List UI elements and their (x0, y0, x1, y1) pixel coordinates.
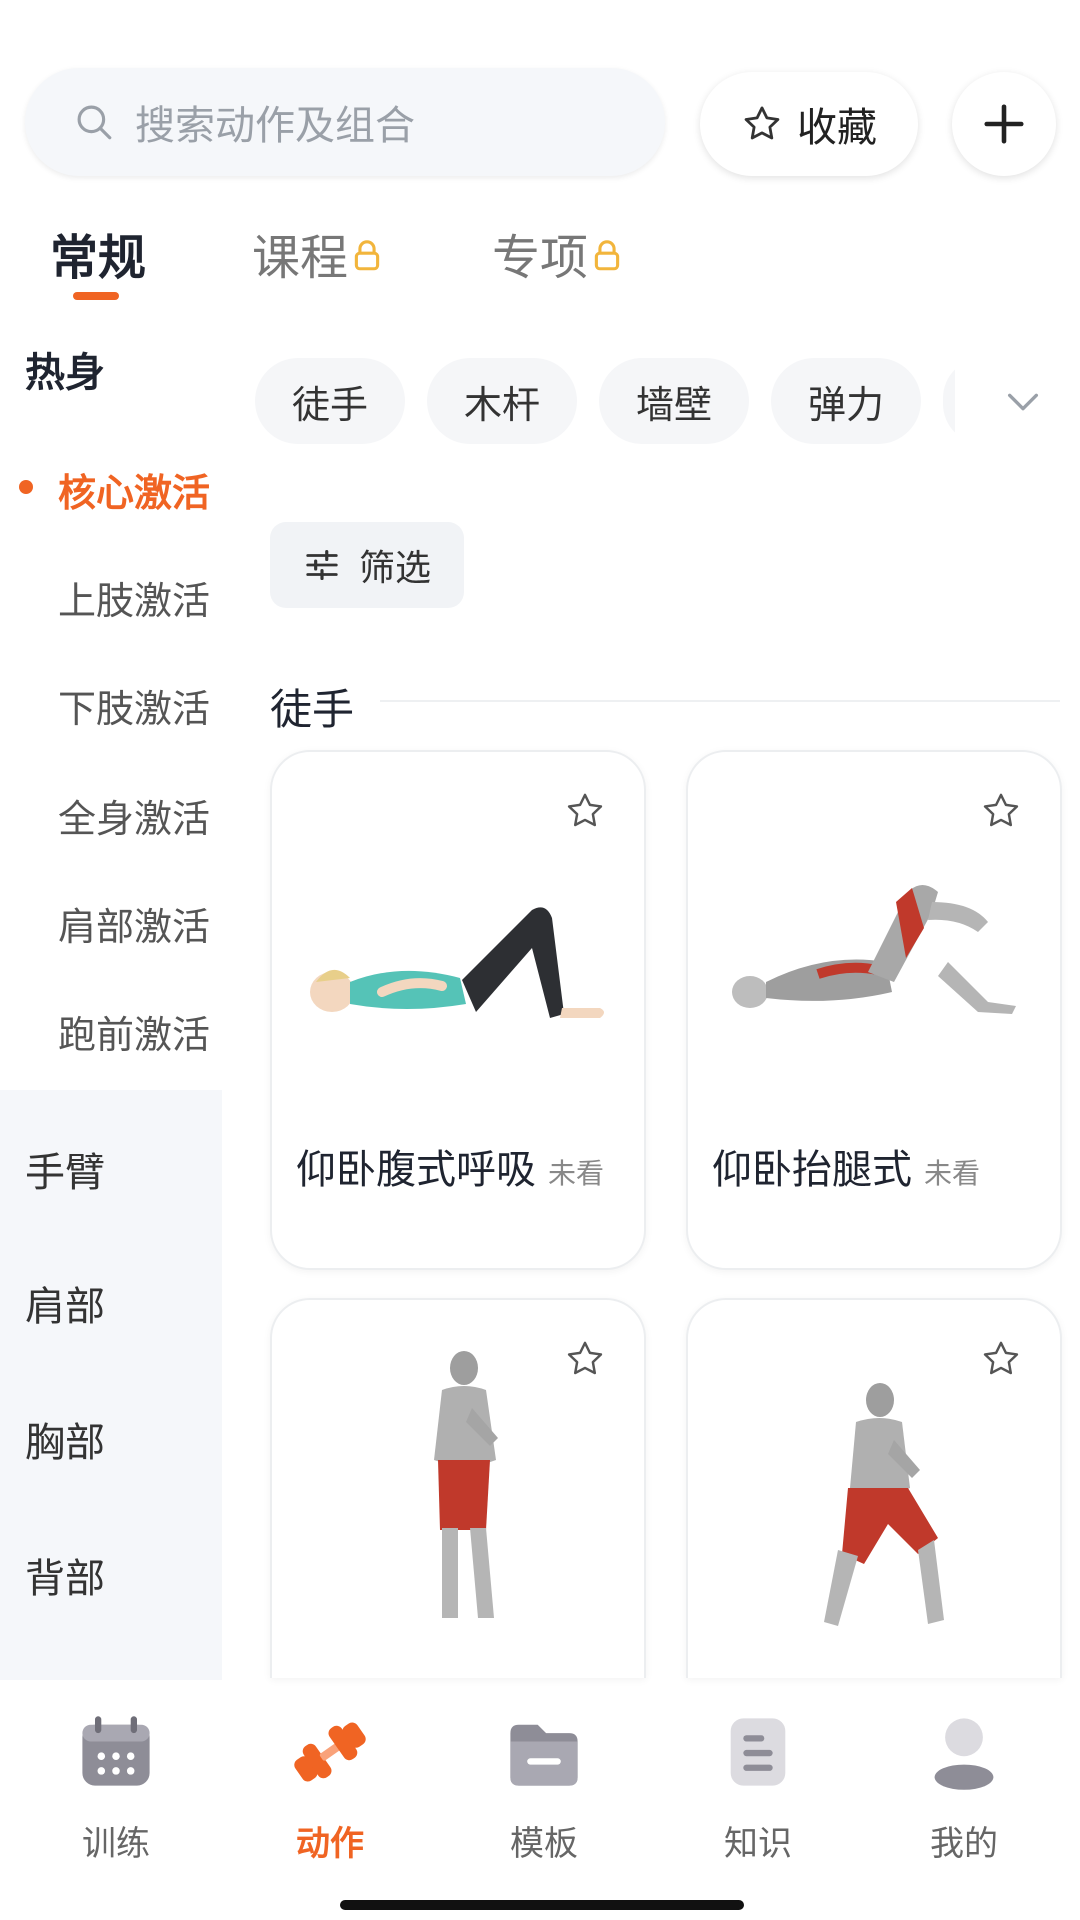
unwatched-badge: 未看 (548, 1157, 605, 1190)
exercise-name: 仰卧腹式呼吸 未看 (296, 1137, 604, 1195)
nav-knowledge[interactable]: 知识 (650, 1710, 866, 1870)
tab-special[interactable]: 专项 (492, 218, 622, 288)
exercise-title: 仰卧抬腿式 (712, 1147, 912, 1193)
exercise-card[interactable] (686, 1298, 1062, 1678)
exercise-name: 仰卧抬腿式 未看 (712, 1137, 980, 1195)
standing-squat-illustration (434, 1351, 498, 1618)
sidebar-item-chest[interactable]: 胸部 (25, 1410, 105, 1468)
supine-breathing-illustration (310, 907, 604, 1018)
nav-label: 知识 (724, 1824, 792, 1864)
search-icon (77, 105, 112, 140)
favorites-button[interactable]: 收藏 (700, 72, 918, 176)
sidebar-item-core-activation[interactable]: 核心激活 (58, 462, 210, 517)
profile-icon (934, 1718, 994, 1790)
tab-label: 常规 (50, 230, 147, 286)
active-tab-indicator (73, 292, 119, 300)
folder-icon (510, 1724, 578, 1786)
sidebar-item-back[interactable]: 背部 (25, 1546, 105, 1604)
exercise-card[interactable]: 仰卧抬腿式 未看 (686, 750, 1062, 1270)
nav-label: 动作 (296, 1824, 364, 1864)
supine-leg-raise-illustration (732, 885, 1016, 1014)
sidebar-item-shoulders[interactable]: 肩部 (25, 1274, 105, 1332)
filter-button[interactable]: 筛选 (270, 522, 464, 608)
document-icon (730, 1718, 786, 1786)
tab-label: 专项 (492, 230, 589, 286)
exercise-title: 仰卧腹式呼吸 (296, 1147, 536, 1193)
nav-templates[interactable]: 模板 (436, 1710, 652, 1870)
add-button[interactable] (952, 72, 1056, 176)
search-bar[interactable]: 搜索动作及组合 (25, 68, 665, 176)
star-icon[interactable] (564, 790, 606, 832)
chip-label: 徒手 (291, 382, 368, 427)
sidebar-item-prerun-activation[interactable]: 跑前激活 (58, 1004, 210, 1059)
nav-exercises[interactable]: 动作 (222, 1710, 438, 1870)
exercise-card[interactable]: 仰卧腹式呼吸 未看 (270, 750, 646, 1270)
lunge-illustration (824, 1383, 944, 1626)
filter-label: 筛选 (358, 548, 431, 589)
chip-stick[interactable]: 木杆 (427, 358, 577, 444)
dumbbell-icon (294, 1722, 366, 1782)
favorites-label: 收藏 (797, 105, 877, 151)
lock-icon (354, 240, 380, 271)
plus-icon (984, 104, 1024, 144)
filter-sliders-icon (306, 549, 338, 581)
sidebar-group-warmup[interactable]: 热身 (25, 340, 105, 398)
sidebar-item-arms[interactable]: 手臂 (25, 1140, 105, 1198)
nav-training[interactable]: 训练 (8, 1710, 224, 1870)
star-icon (744, 106, 780, 140)
tab-label: 课程 (252, 230, 349, 286)
unwatched-badge: 未看 (924, 1157, 981, 1190)
search-placeholder: 搜索动作及组合 (135, 103, 415, 149)
chip-label: 弹力 (807, 382, 884, 427)
calendar-icon (82, 1716, 150, 1786)
star-icon[interactable] (564, 1338, 606, 1380)
star-icon[interactable] (980, 1338, 1022, 1380)
chevron-down-icon[interactable] (1003, 382, 1043, 422)
chip-label: 墙壁 (635, 382, 712, 427)
nav-label: 训练 (82, 1824, 150, 1864)
section-divider (380, 700, 1060, 702)
sidebar-item-upper-activation[interactable]: 上肢激活 (58, 570, 210, 625)
nav-label: 我的 (930, 1824, 998, 1864)
tab-regular[interactable]: 常规 (50, 218, 146, 288)
sidebar-item-fullbody-activation[interactable]: 全身激活 (58, 788, 210, 843)
nav-profile[interactable]: 我的 (856, 1710, 1072, 1870)
chip-bodyweight[interactable]: 徒手 (255, 358, 405, 444)
bottom-navigation: 训练 动作 模板 知识 我的 (0, 1690, 1080, 1920)
sidebar-item-lower-activation[interactable]: 下肢激活 (58, 678, 210, 733)
tab-courses[interactable]: 课程 (252, 218, 382, 288)
chip-wall[interactable]: 墙壁 (599, 358, 749, 444)
nav-label: 模板 (510, 1824, 578, 1864)
sidebar-item-shoulder-activation[interactable]: 肩部激活 (58, 896, 210, 951)
home-indicator (340, 1900, 744, 1910)
chip-band[interactable]: 弹力 (771, 358, 921, 444)
lock-icon (594, 240, 620, 271)
section-title: 徒手 (270, 685, 355, 734)
chip-partial[interactable] (943, 358, 955, 444)
star-icon[interactable] (980, 790, 1022, 832)
exercise-card[interactable] (270, 1298, 646, 1678)
chip-label: 木杆 (463, 382, 540, 427)
active-dot (19, 480, 33, 494)
top-tabs: 常规 课程 专项 (0, 200, 1080, 310)
equipment-chip-row: 徒手 木杆 墙壁 弹力 (255, 358, 955, 444)
